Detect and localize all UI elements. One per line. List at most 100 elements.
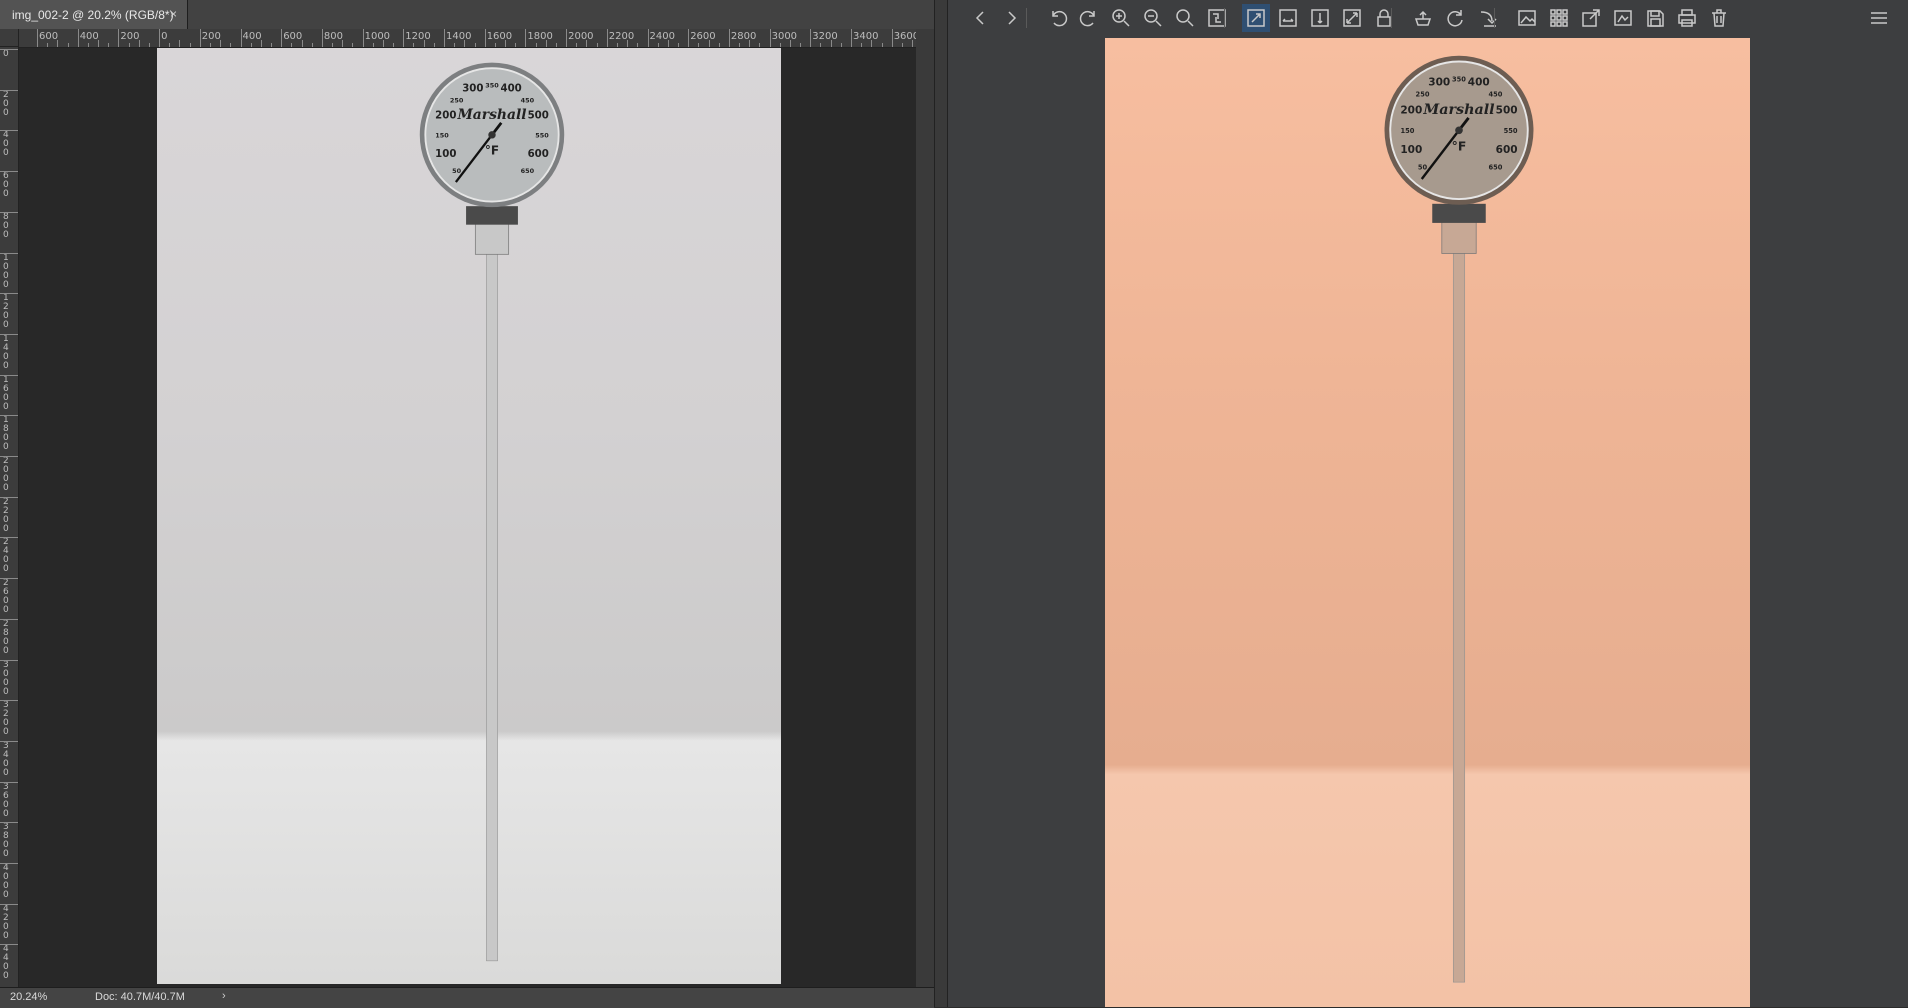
ruler-label: 1400 bbox=[446, 31, 472, 42]
gauge-scale-label: 650 bbox=[521, 167, 535, 175]
ruler-tick bbox=[0, 333, 18, 335]
ruler-origin[interactable] bbox=[0, 29, 19, 47]
save-icon[interactable] bbox=[1641, 4, 1669, 32]
image-info-icon[interactable] bbox=[1513, 4, 1541, 32]
thermometer-nut bbox=[1432, 203, 1486, 223]
fit-window-icon[interactable] bbox=[1242, 4, 1270, 32]
vertical-scrollbar[interactable] bbox=[916, 29, 934, 987]
ruler-label: 3400 bbox=[853, 31, 879, 42]
ruler-minor-tick bbox=[830, 40, 832, 47]
thermometer-stem bbox=[486, 247, 498, 962]
canvas-area[interactable]: 50 100 150 200 250 300 350 400 450 500 550 600 650 Ma… bbox=[19, 48, 916, 987]
slideshow-icon[interactable] bbox=[1609, 4, 1637, 32]
ruler-tick bbox=[403, 29, 405, 47]
ruler-label: 1600 bbox=[3, 374, 9, 412]
ruler-minor-tick bbox=[474, 43, 476, 47]
ruler-minor-tick bbox=[698, 43, 700, 47]
ruler-label: 400 bbox=[242, 31, 262, 42]
ruler-tick bbox=[0, 456, 18, 457]
delete-icon[interactable] bbox=[1705, 4, 1733, 32]
redo-icon[interactable] bbox=[1473, 4, 1501, 32]
photo-editor-pane: img_002-2 @ 20.2% (RGB/8*) × 600 400 200 0 2… bbox=[0, 0, 934, 1008]
ruler-label: 200 bbox=[201, 31, 221, 42]
ruler-tick bbox=[0, 211, 18, 213]
ruler-minor-tick bbox=[667, 40, 669, 47]
open-external-icon[interactable] bbox=[1577, 4, 1605, 32]
ruler-minor-tick bbox=[230, 43, 232, 47]
ruler-minor-tick bbox=[616, 43, 618, 47]
toolbar-separator bbox=[1224, 8, 1225, 28]
fit-height-icon[interactable] bbox=[1306, 4, 1334, 32]
status-menu-arrow-icon[interactable]: › bbox=[222, 990, 226, 1002]
actual-size-icon[interactable] bbox=[1203, 4, 1231, 32]
toolbar-separator bbox=[1391, 8, 1392, 28]
refresh-icon-glyph bbox=[1447, 10, 1463, 27]
rotate-right-icon[interactable] bbox=[1075, 4, 1103, 32]
previous-icon[interactable] bbox=[966, 4, 994, 32]
ruler-tick bbox=[0, 49, 18, 50]
document-tab[interactable]: img_002-2 @ 20.2% (RGB/8*) × bbox=[0, 0, 188, 29]
ruler-label: 1400 bbox=[3, 333, 9, 371]
ruler-tick bbox=[37, 29, 38, 47]
ruler-minor-tick bbox=[545, 40, 547, 47]
gauge-scale-label: 450 bbox=[1488, 91, 1502, 99]
ruler-label: 3400 bbox=[3, 740, 9, 778]
refresh-icon[interactable] bbox=[1441, 4, 1469, 32]
zoom-out-icon[interactable] bbox=[1139, 4, 1167, 32]
rotate-left-icon-glyph bbox=[1052, 10, 1068, 27]
gauge-scale-label: 100 bbox=[1400, 144, 1422, 156]
ruler-minor-tick bbox=[454, 43, 456, 47]
gauge-scale-label: 450 bbox=[521, 96, 535, 104]
zoom-level[interactable]: 20.24% bbox=[10, 991, 47, 1003]
ruler-minor-tick bbox=[637, 43, 639, 47]
ruler-minor-tick bbox=[67, 43, 69, 47]
ruler-tick bbox=[0, 944, 18, 946]
ruler-label: 200 bbox=[3, 89, 9, 118]
ruler-tick bbox=[118, 29, 120, 47]
gauge-scale-label: 150 bbox=[1400, 127, 1414, 135]
thumbnails-icon[interactable] bbox=[1545, 4, 1573, 32]
lock-zoom-icon[interactable] bbox=[1370, 4, 1398, 32]
ruler-label: 3000 bbox=[771, 31, 798, 42]
ruler-label: 3200 bbox=[812, 31, 838, 42]
ruler-minor-tick bbox=[423, 40, 425, 47]
ruler-minor-tick bbox=[555, 43, 557, 47]
close-tab-icon[interactable]: × bbox=[170, 7, 177, 21]
ruler-minor-tick bbox=[98, 40, 100, 47]
thermometer-photo: 50 100 150 200 250 300 350 400 450 500 550 600 650 Ma… bbox=[1377, 51, 1541, 1006]
fullscreen-icon[interactable] bbox=[1338, 4, 1366, 32]
pane-divider[interactable] bbox=[934, 0, 948, 1007]
ruler-tick bbox=[0, 374, 18, 376]
print-icon[interactable] bbox=[1673, 4, 1701, 32]
thermometer-fitting bbox=[474, 222, 510, 255]
crop-icon-glyph bbox=[1414, 10, 1432, 26]
viewer-image[interactable]: 50 100 150 200 250 300 350 400 450 500 550 600 650 Ma… bbox=[1105, 38, 1750, 1007]
fit-window-icon-glyph bbox=[1247, 9, 1265, 27]
gauge-unit-label: °F bbox=[1452, 138, 1467, 153]
ruler-tick bbox=[159, 29, 161, 47]
gauge-scale-label: 300 bbox=[1428, 76, 1450, 88]
zoom-fit-icon[interactable] bbox=[1171, 4, 1199, 32]
menu-icon[interactable] bbox=[1865, 4, 1893, 32]
zoom-in-icon[interactable] bbox=[1107, 4, 1135, 32]
crop-icon[interactable] bbox=[1409, 4, 1437, 32]
ruler-label: 4200 bbox=[3, 903, 9, 941]
ruler-minor-tick bbox=[220, 40, 222, 47]
rotate-left-icon[interactable] bbox=[1044, 4, 1072, 32]
horizontal-ruler[interactable]: 600 400 200 0 200 400 600 800 1000 1200 1400 1600 18… bbox=[19, 29, 916, 48]
ruler-label: 1200 bbox=[405, 31, 431, 42]
ruler-tick bbox=[199, 29, 201, 47]
fit-width-icon[interactable] bbox=[1274, 4, 1302, 32]
ruler-tick bbox=[0, 659, 18, 661]
ruler-minor-tick bbox=[749, 40, 751, 47]
ruler-label: 2000 bbox=[3, 456, 9, 493]
thermometer-svg: 50 100 150 200 250 300 350 400 450 500 550 600 650 Ma… bbox=[1384, 55, 1534, 983]
document-canvas[interactable]: 50 100 150 200 250 300 350 400 450 500 550 600 650 Ma… bbox=[157, 48, 781, 984]
ruler-label: 2200 bbox=[608, 31, 635, 42]
gauge-scale-label: 250 bbox=[1416, 91, 1430, 99]
next-icon[interactable] bbox=[998, 4, 1026, 32]
vertical-ruler[interactable]: 0 200 400 600 800 1000 1200 1400 1600 1800 2000 220… bbox=[0, 47, 19, 987]
ruler-tick bbox=[0, 822, 18, 824]
gauge-scale-label: 150 bbox=[435, 132, 449, 140]
gauge-scale-label: 100 bbox=[435, 149, 456, 160]
